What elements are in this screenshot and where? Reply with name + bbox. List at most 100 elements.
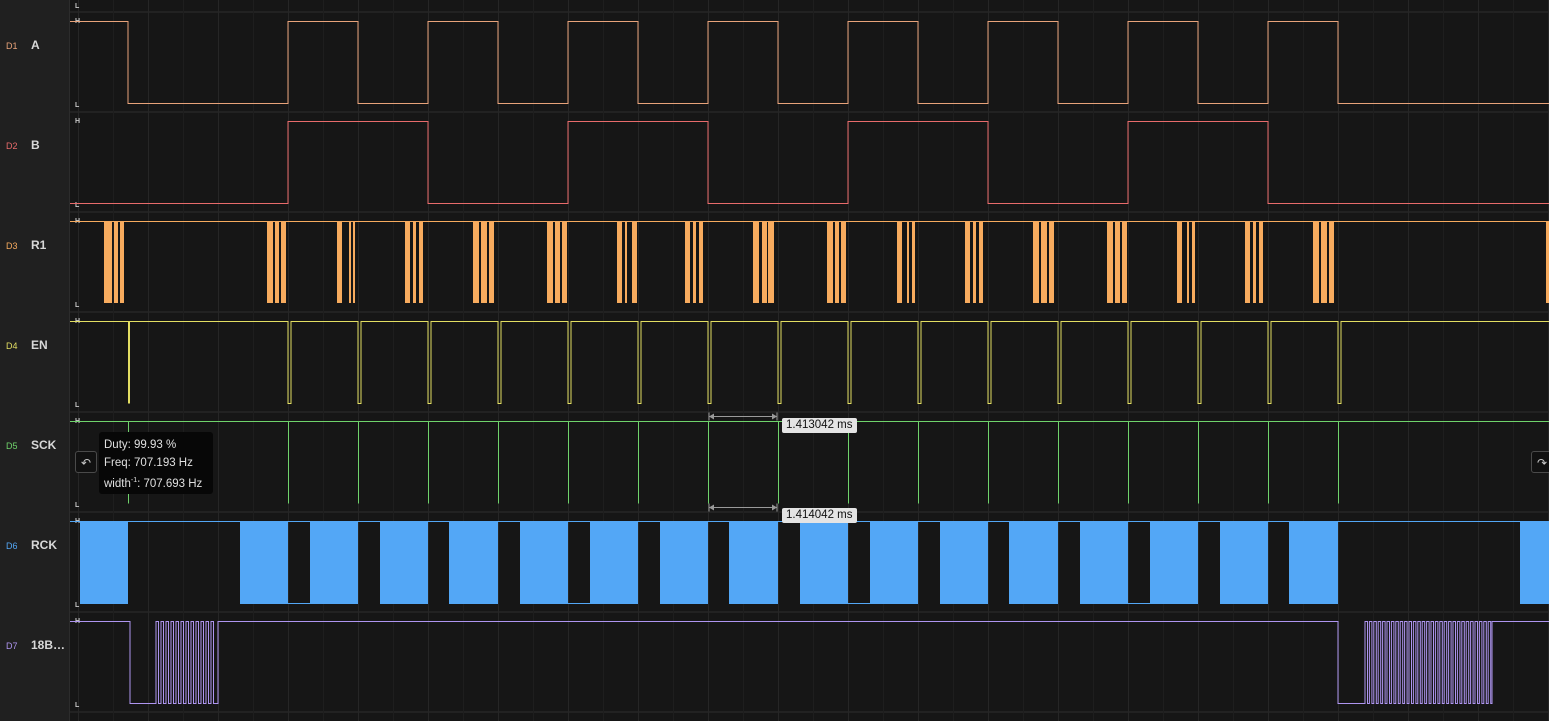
trace-r1-burst — [1177, 221, 1182, 303]
channel-name: B — [31, 138, 40, 152]
trace-r1-burst — [281, 221, 286, 303]
level-mark-high: H — [75, 118, 80, 125]
trace-r1-burst — [337, 221, 342, 303]
trace-r1-burst — [1049, 221, 1054, 303]
level-mark-low: L — [75, 102, 80, 109]
trace-r1-burst — [965, 221, 970, 303]
trace-r1-burst — [973, 221, 976, 303]
trace-rck-block — [380, 521, 428, 604]
channel-label-d7[interactable]: D7 18B… — [0, 609, 69, 709]
trace-r1-burst — [841, 221, 846, 303]
trace-r1-burst — [835, 221, 839, 303]
falling-edge-icon: ↶ — [80, 456, 92, 470]
trace-r1-burst — [762, 221, 767, 303]
channel-number: D1 — [6, 41, 18, 51]
trace-r1-burst — [768, 221, 774, 303]
trace-r1-burst — [547, 221, 553, 303]
measurement-label-top: 1.413042 ms — [782, 418, 857, 433]
channel-name: EN — [31, 338, 48, 352]
next-edge-button[interactable]: ↷ — [1531, 451, 1549, 473]
trace-rck-block — [449, 521, 498, 604]
trace-r1-burst — [473, 221, 479, 303]
channel-name: R1 — [31, 238, 47, 252]
trace-r1-burst — [1187, 221, 1189, 303]
level-mark-low: L — [75, 602, 80, 609]
trace-r1-burst — [104, 221, 112, 303]
channel-number: D3 — [6, 241, 18, 251]
trace-rck-block — [800, 521, 848, 604]
channel-label-d6[interactable]: D6 RCK — [0, 509, 69, 609]
trace-r1-burst — [1041, 221, 1047, 303]
plot-background — [70, 0, 1549, 721]
trace-r1-burst — [555, 221, 560, 303]
level-mark-low: L — [75, 3, 80, 10]
trace-r1-burst — [481, 221, 487, 303]
level-mark-low: L — [75, 702, 80, 709]
level-mark-low: L — [75, 302, 80, 309]
trace-rck-block — [520, 521, 568, 604]
trace-r1-burst — [827, 221, 833, 303]
channel-label-d2[interactable]: D2 B — [0, 109, 69, 209]
trace-r1-burst — [625, 221, 627, 303]
trace-r1-burst — [1192, 221, 1195, 303]
trace-rck-block — [729, 521, 778, 604]
trace-rck-block — [310, 521, 358, 604]
trace-r1-burst — [1245, 221, 1250, 303]
trace-r1-burst — [693, 221, 696, 303]
trace-r1-burst — [979, 221, 983, 303]
trace-r1-burst — [1253, 221, 1256, 303]
prev-edge-button[interactable]: ↶ — [75, 451, 97, 473]
channel-label-d5[interactable]: D5 SCK — [0, 409, 69, 509]
trace-r1-burst — [349, 221, 351, 303]
channel-label-d1[interactable]: D1 A — [0, 9, 69, 109]
trace-r1-burst — [617, 221, 622, 303]
channel-label-d4[interactable]: D4 EN — [0, 309, 69, 409]
trace-r1-burst — [912, 221, 915, 303]
trace-r1-burst — [897, 221, 902, 303]
trace-r1-burst — [632, 221, 637, 303]
trace-rck-block — [940, 521, 988, 604]
trace-r1-burst — [1313, 221, 1319, 303]
channel-name: A — [31, 38, 40, 52]
trace-rck-block — [1289, 521, 1338, 604]
trace-r1-burst — [1122, 221, 1127, 303]
trace-r1-burst — [1321, 221, 1327, 303]
duty-readout: Duty: 99.93 % — [104, 439, 177, 451]
trace-r1-burst — [419, 221, 423, 303]
trace-r1-burst — [114, 221, 118, 303]
trace-r1-burst — [120, 221, 124, 303]
channel-label-d3[interactable]: D3 R1 — [0, 209, 69, 309]
trace-r1-burst — [1107, 221, 1113, 303]
channel-name: RCK — [31, 538, 57, 552]
trace-rck-block — [1150, 521, 1198, 604]
trace-r1-burst — [1115, 221, 1120, 303]
trace-r1-burst — [1033, 221, 1039, 303]
trace-rck-block — [80, 521, 128, 604]
trace-r1-burst — [489, 221, 494, 303]
trace-rck-block — [660, 521, 708, 604]
channel-name: SCK — [31, 438, 57, 452]
trace-r1-burst — [275, 221, 279, 303]
trace-r1-burst — [405, 221, 410, 303]
channel-number: D6 — [6, 541, 18, 551]
trace-r1-burst — [562, 221, 567, 303]
channel-number: D5 — [6, 441, 18, 451]
waveform-background — [70, 0, 1549, 721]
trace-rck-block — [870, 521, 918, 604]
width-readout: width-1: 707.693 Hz — [104, 477, 203, 490]
trace-rck-block — [1220, 521, 1268, 604]
trace-r1-burst — [353, 221, 355, 303]
channel-number: D4 — [6, 341, 18, 351]
trace-r1-burst — [1259, 221, 1263, 303]
trace-rck-block — [1080, 521, 1128, 604]
trace-rck-block — [240, 521, 288, 604]
trace-r1-burst — [699, 221, 703, 303]
trace-r1-burst — [1329, 221, 1334, 303]
trace-rck-block — [1520, 521, 1549, 604]
trace-r1-burst — [685, 221, 690, 303]
channel-name: 18B… — [31, 638, 66, 652]
trace-rck-block — [590, 521, 638, 604]
trace-r1-burst — [907, 221, 909, 303]
measurement-label-bottom: 1.414042 ms — [782, 508, 857, 523]
waveform-area[interactable]: LHLHLHLHLHLHLHL — [70, 0, 1549, 721]
